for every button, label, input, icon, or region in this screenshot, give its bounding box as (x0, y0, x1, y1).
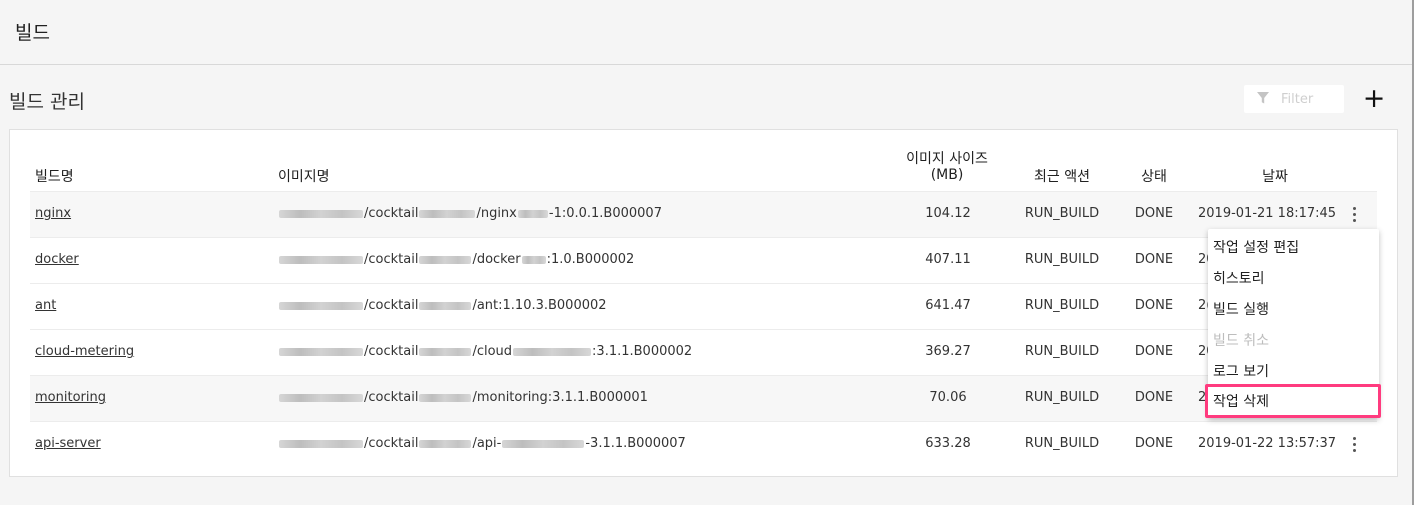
last-action: RUN_BUILD (1024, 390, 1100, 405)
build-name-link[interactable]: nginx (35, 206, 71, 221)
filter-icon (1257, 92, 1269, 104)
redacted-text (419, 255, 472, 264)
image-size: 70.06 (929, 390, 967, 405)
redacted-text (279, 301, 363, 310)
image-name: /cocktail/ant:1.10.3.B000002 (278, 298, 607, 313)
page-title: 빌드 (15, 22, 50, 44)
menu-item-edit-job-settings[interactable]: 작업 설정 편집 (1213, 237, 1299, 257)
menu-item-view-log[interactable]: 로그 보기 (1213, 361, 1269, 381)
status: DONE (1134, 252, 1174, 267)
table-row: monitoring /cocktail/monitoring:3.1.1.B0… (30, 375, 1377, 421)
redacted-text (279, 347, 363, 356)
build-name-link[interactable]: cloud-metering (35, 344, 134, 359)
table-row: nginx /cocktail/nginx -1:0.0.1.B000007 10… (30, 191, 1377, 237)
date: 2019-01-21 18:17:45 (1198, 206, 1337, 221)
top-bar: 빌드 (0, 0, 1412, 65)
status: DONE (1134, 344, 1174, 359)
redacted-text (279, 255, 363, 264)
table-row: cloud-metering /cocktail/cloud:3.1.1.B00… (30, 329, 1377, 375)
status: DONE (1134, 206, 1174, 221)
image-name: /cocktail/cloud:3.1.1.B000002 (278, 344, 692, 359)
header-date: 날짜 (1262, 169, 1288, 185)
last-action: RUN_BUILD (1024, 206, 1100, 221)
menu-item-cancel-build: 빌드 취소 (1213, 333, 1269, 349)
header-image-size: 이미지 사이즈 (MB) (897, 151, 997, 183)
image-name: /cocktail/api- -3.1.1.B000007 (278, 436, 686, 451)
redacted-text (279, 439, 363, 448)
header-last-action: 최근 액션 (1034, 169, 1090, 185)
image-name: /cocktail/docker:1.0.B000002 (278, 252, 634, 267)
build-name-link[interactable]: api-server (35, 436, 101, 451)
redacted-text (502, 439, 585, 448)
more-options-icon[interactable] (1346, 435, 1362, 455)
redacted-text (279, 209, 363, 218)
header-status: 상태 (1141, 169, 1167, 185)
menu-item-run-build[interactable]: 빌드 실행 (1213, 299, 1269, 319)
section-title: 빌드 관리 (9, 91, 85, 113)
last-action: RUN_BUILD (1024, 436, 1100, 451)
status: DONE (1134, 390, 1174, 405)
table-row: docker /cocktail/docker:1.0.B000002 407.… (30, 237, 1377, 283)
image-size: 641.47 (925, 298, 971, 313)
header-build-name: 빌드명 (35, 169, 74, 185)
status: DONE (1134, 436, 1174, 451)
redacted-text (419, 393, 472, 402)
build-name-link[interactable]: monitoring (35, 390, 106, 405)
image-size: 407.11 (925, 252, 971, 267)
redacted-text (513, 347, 592, 356)
build-name-link[interactable]: ant (35, 298, 56, 313)
redacted-text (279, 393, 363, 402)
header-image-size-line2: (MB) (930, 167, 964, 183)
table-row: ant /cocktail/ant:1.10.3.B000002 641.47 … (30, 283, 1377, 329)
delete-job-highlight (1205, 384, 1381, 418)
header-image-size-line1: 이미지 사이즈 (906, 151, 988, 167)
more-options-icon[interactable] (1346, 205, 1362, 225)
table-row: api-server /cocktail/api- -3.1.1.B000007 … (30, 421, 1377, 467)
redacted-text (521, 255, 546, 264)
last-action: RUN_BUILD (1024, 298, 1100, 313)
last-action: RUN_BUILD (1024, 344, 1100, 359)
image-name: /cocktail/nginx -1:0.0.1.B000007 (278, 206, 662, 221)
header-image-name: 이미지명 (278, 169, 330, 185)
image-size: 104.12 (925, 206, 971, 221)
image-name: /cocktail/monitoring:3.1.1.B000001 (278, 390, 648, 405)
status: DONE (1134, 298, 1174, 313)
filter-placeholder: Filter (1281, 92, 1314, 107)
redacted-text (419, 347, 472, 356)
filter-input[interactable]: Filter (1244, 85, 1344, 113)
add-build-button[interactable]: + (1360, 85, 1388, 114)
image-size: 633.28 (925, 436, 971, 451)
redacted-text (419, 209, 476, 218)
redacted-text (419, 439, 472, 448)
menu-item-history[interactable]: 히스토리 (1213, 268, 1265, 288)
redacted-text (419, 301, 472, 310)
redacted-text (517, 209, 548, 218)
build-name-link[interactable]: docker (35, 252, 79, 267)
last-action: RUN_BUILD (1024, 252, 1100, 267)
date: 2019-01-22 13:57:37 (1198, 436, 1337, 451)
build-page: 빌드 빌드 관리 Filter + 빌드명 이미지명 이미지 사이즈 (MB) … (0, 0, 1414, 505)
image-size: 369.27 (925, 344, 971, 359)
